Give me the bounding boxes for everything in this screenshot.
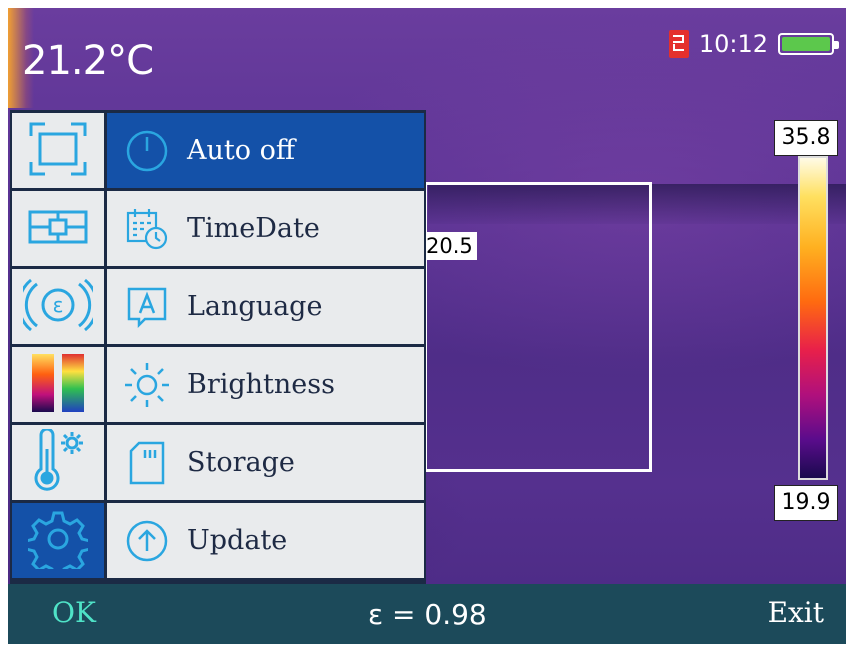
calendar-clock-icon xyxy=(107,207,187,251)
clock-time: 10:12 xyxy=(698,30,768,58)
battery-level xyxy=(782,37,830,51)
battery-icon xyxy=(778,33,839,55)
menu-item-label: Update xyxy=(187,525,288,556)
menu-item-update[interactable]: Update xyxy=(107,503,424,578)
category-column: ε xyxy=(10,110,106,584)
menu-item-label: Storage xyxy=(187,447,295,478)
language-icon xyxy=(107,285,187,329)
menu-item-timedate[interactable]: TimeDate xyxy=(107,191,424,266)
menu-item-auto-off[interactable]: Auto off xyxy=(107,113,424,188)
sd-card-status-icon xyxy=(668,30,689,58)
emissivity-readout: ε = 0.98 xyxy=(368,598,487,631)
box-temperature: 20.5 xyxy=(424,232,477,260)
settings-list: Auto off TimeDate Language Brightness St… xyxy=(107,110,426,584)
upload-icon xyxy=(107,519,187,563)
frame-icon xyxy=(27,120,89,182)
status-bar: 10:12 xyxy=(668,30,839,58)
category-settings[interactable] xyxy=(12,503,104,578)
scale-max: 35.8 xyxy=(774,120,838,156)
category-palette[interactable] xyxy=(12,347,104,422)
svg-text:ε: ε xyxy=(53,293,64,317)
color-scale-bar xyxy=(798,156,828,480)
menu-item-language[interactable]: Language xyxy=(107,269,424,344)
thermometer-settings-icon xyxy=(27,427,89,497)
menu-item-label: TimeDate xyxy=(187,213,320,244)
gear-icon xyxy=(24,509,92,578)
settings-menu: ε Auto off TimeDate Language Brightness … xyxy=(10,110,426,584)
measurement-box[interactable] xyxy=(424,182,652,472)
sd-card-icon xyxy=(107,440,187,486)
exit-button[interactable]: Exit xyxy=(768,596,824,629)
palette-icon xyxy=(28,352,88,418)
thermal-view: 21.2°C 10:12 20.5 35.8 19.9 ε Auto off T… xyxy=(8,8,846,644)
scale-min: 19.9 xyxy=(774,485,838,521)
menu-item-storage[interactable]: Storage xyxy=(107,425,424,500)
category-emissivity[interactable]: ε xyxy=(12,269,104,344)
emissivity-icon: ε xyxy=(17,278,99,336)
bottom-bar: OK ε = 0.98 Exit xyxy=(8,584,846,644)
category-temperature-settings[interactable] xyxy=(12,425,104,500)
category-frame[interactable] xyxy=(12,113,104,188)
center-temperature: 21.2°C xyxy=(22,38,154,84)
menu-item-label: Language xyxy=(187,291,323,322)
menu-item-brightness[interactable]: Brightness xyxy=(107,347,424,422)
center-point-icon xyxy=(27,207,89,251)
ok-button[interactable]: OK xyxy=(52,596,96,629)
sun-icon xyxy=(107,361,187,409)
category-center-point[interactable] xyxy=(12,191,104,266)
menu-item-label: Brightness xyxy=(187,369,335,400)
power-icon xyxy=(107,129,187,173)
menu-item-label: Auto off xyxy=(187,135,296,166)
